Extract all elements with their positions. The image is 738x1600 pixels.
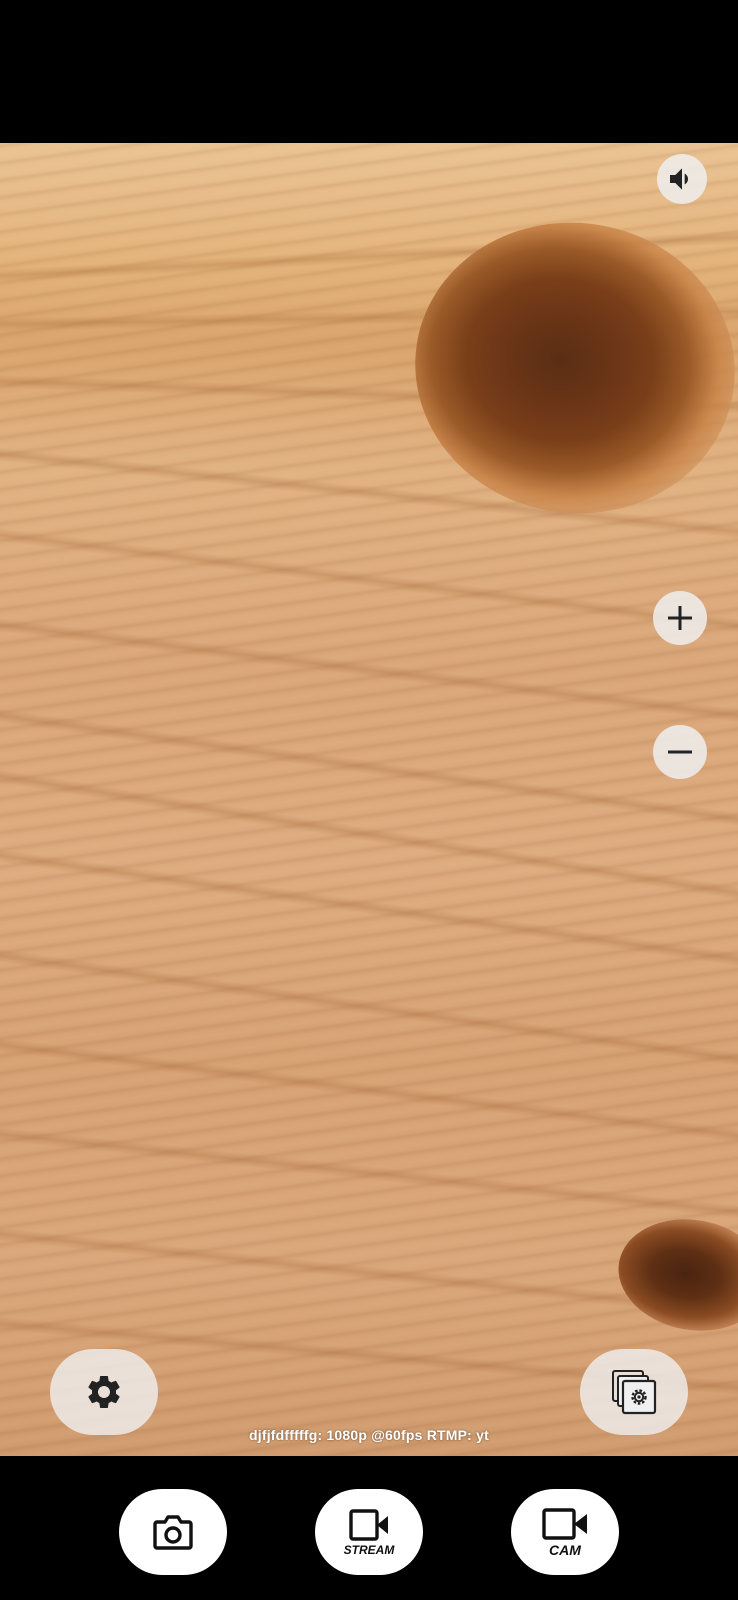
wood-knot	[609, 1207, 738, 1343]
zoom-out-button[interactable]	[653, 725, 707, 779]
video-camera-icon	[541, 1507, 589, 1541]
video-camera-icon	[348, 1508, 390, 1542]
wood-grain-line	[0, 843, 738, 972]
camera-screen: djfjfdfffffg: 1080p @60fps RTMP: yt STRE…	[0, 0, 738, 1600]
stream-settings-button[interactable]	[580, 1349, 688, 1435]
wood-grain-line	[0, 613, 738, 727]
gear-icon	[84, 1372, 124, 1412]
photo-mode-button[interactable]	[119, 1489, 227, 1575]
wood-grain-line	[0, 703, 738, 832]
volume-button[interactable]	[657, 154, 707, 204]
zoom-in-button[interactable]	[653, 591, 707, 645]
settings-button[interactable]	[50, 1349, 158, 1435]
bottom-bar: STREAM CAM	[0, 1456, 738, 1600]
wood-grain-line	[0, 1123, 738, 1223]
stream-mode-label: STREAM	[343, 1542, 395, 1557]
speaker-icon	[666, 163, 698, 195]
cam-mode-label: CAM	[549, 1541, 581, 1558]
stacked-frames-gear-icon	[609, 1367, 659, 1417]
top-bar	[0, 0, 738, 143]
cam-mode-button[interactable]: CAM	[511, 1489, 619, 1575]
stream-status-text: djfjfdfffffg: 1080p @60fps RTMP: yt	[249, 1427, 489, 1443]
camera-preview[interactable]	[0, 143, 738, 1456]
wood-grain-line	[0, 763, 738, 906]
stream-mode-button[interactable]: STREAM	[315, 1489, 423, 1575]
minus-icon	[665, 737, 695, 767]
camera-icon	[149, 1508, 197, 1556]
plus-icon	[665, 603, 695, 633]
wood-grain-line	[0, 523, 738, 637]
